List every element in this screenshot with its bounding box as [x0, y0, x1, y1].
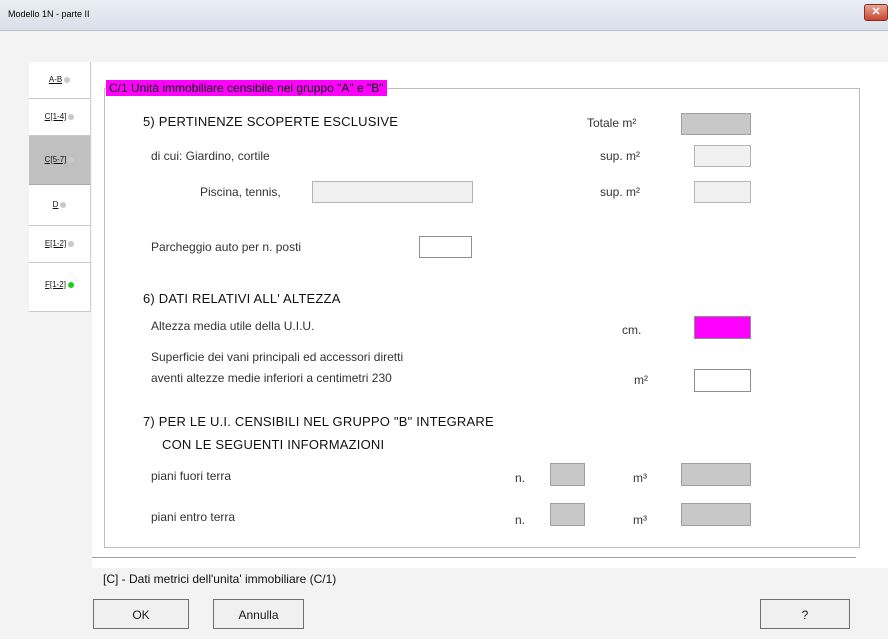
footer-divider — [92, 557, 856, 558]
tab-label: A-B — [48, 75, 63, 84]
m3-label-entro: m³ — [633, 513, 647, 527]
fuori-terra-m3-field — [681, 463, 751, 486]
status-dot-icon — [67, 281, 74, 288]
title-bar: Modello 1N - parte II ✕ — [0, 0, 888, 31]
section-7-title-line2: CON LE SEGUENTI INFORMAZIONI — [162, 437, 385, 452]
section-6-title: 6) DATI RELATIVI ALL' ALTEZZA — [143, 291, 341, 306]
tab-a-b[interactable]: A-B — [29, 62, 90, 99]
giardino-label: di cui: Giardino, cortile — [151, 149, 270, 163]
altezza-cm-field[interactable] — [694, 316, 751, 339]
close-icon: ✕ — [871, 6, 881, 18]
parcheggio-posti-field[interactable] — [419, 236, 472, 258]
tab-label: E[1-2] — [44, 239, 67, 248]
n-label-entro: n. — [515, 513, 526, 527]
piscina-description-field[interactable] — [312, 181, 473, 203]
giardino-sup-field[interactable] — [694, 145, 751, 167]
cm-label: cm. — [622, 323, 642, 337]
sup-label-giardino: sup. m² — [600, 149, 641, 163]
status-dot-icon — [64, 76, 71, 83]
fuori-terra-label: piani fuori terra — [151, 469, 232, 483]
help-button[interactable]: ? — [760, 599, 850, 629]
altezza-label: Altezza media utile della U.I.U. — [151, 319, 315, 333]
group-title: C/1 Unità immobiliare censibile nel grup… — [106, 80, 387, 96]
piscina-sup-field[interactable] — [694, 181, 751, 203]
ok-button[interactable]: OK — [93, 599, 189, 629]
parcheggio-label: Parcheggio auto per n. posti — [151, 240, 302, 254]
m3-label-fuori: m³ — [633, 471, 647, 485]
piscina-label: Piscina, tennis, — [200, 185, 281, 199]
close-button[interactable]: ✕ — [864, 4, 888, 21]
sup-label-piscina: sup. m² — [600, 185, 641, 199]
tab-c-5-7[interactable]: C[5-7] — [29, 136, 90, 185]
tab-label: C[5-7] — [44, 155, 67, 164]
window-title: Modello 1N - parte II — [8, 9, 90, 19]
tab-f-1-2[interactable]: F[1-2] — [29, 263, 90, 312]
tab-c-1-4[interactable]: C[1-4] — [29, 99, 90, 136]
fuori-terra-n-field — [550, 463, 585, 486]
entro-terra-m3-field — [681, 503, 751, 526]
status-dot-icon — [68, 113, 75, 120]
tab-label: D — [52, 200, 59, 209]
section-7-title-line1: 7) PER LE U.I. CENSIBILI NEL GRUPPO "B" … — [143, 414, 494, 429]
tab-label: F[1-2] — [45, 280, 66, 289]
status-dot-icon — [68, 240, 75, 247]
status-dot-icon — [60, 201, 67, 208]
footer-description: [C] - Dati metrici dell'unita' immobilia… — [103, 572, 337, 586]
tab-d[interactable]: D — [29, 185, 90, 226]
n-label-fuori: n. — [515, 471, 526, 485]
superficie-m2-field[interactable] — [694, 369, 751, 392]
annulla-button[interactable]: Annulla — [213, 599, 304, 629]
superficie-label-line2: aventi altezze medie inferiori a centime… — [151, 371, 392, 385]
tab-divider — [90, 62, 91, 312]
status-dot-icon — [68, 156, 75, 163]
superficie-label-line1: Superficie dei vani principali ed access… — [151, 350, 404, 364]
tab-e-1-2[interactable]: E[1-2] — [29, 226, 90, 263]
entro-terra-label: piani entro terra — [151, 510, 236, 524]
entro-terra-n-field — [550, 503, 585, 526]
totale-label: Totale m² — [587, 116, 637, 130]
totale-m2-field — [681, 113, 751, 135]
section-5-title: 5) PERTINENZE SCOPERTE ESCLUSIVE — [143, 114, 399, 129]
tab-label: C[1-4] — [44, 112, 67, 121]
m2-label: m² — [634, 373, 648, 387]
